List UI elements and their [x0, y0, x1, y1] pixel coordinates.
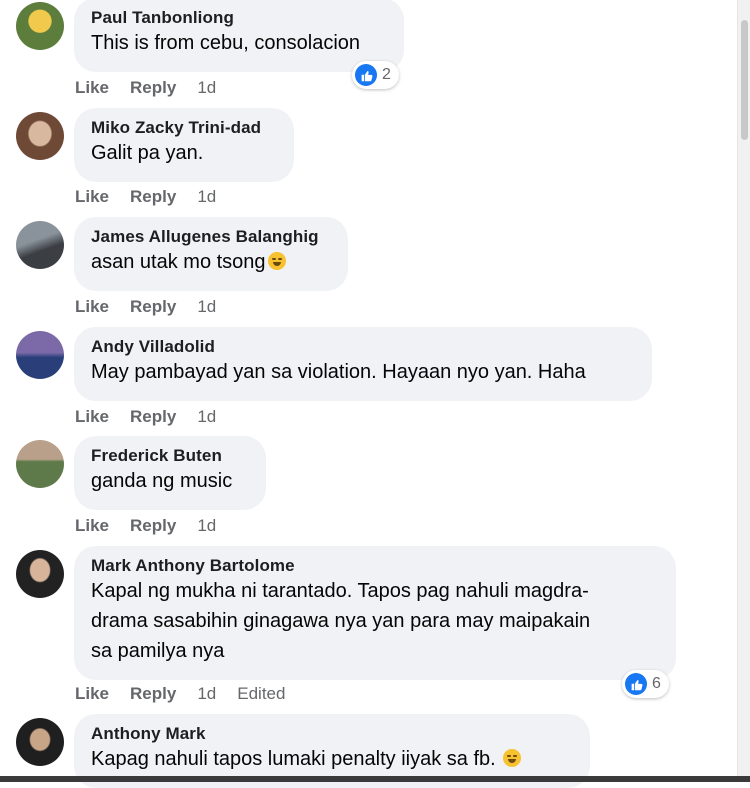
laughing-emoji-icon: [267, 252, 286, 270]
comment-bubble: Paul Tanbonliong This is from cebu, cons…: [74, 0, 404, 72]
window-bottom-edge: [0, 776, 750, 782]
reaction-summary[interactable]: 6: [622, 670, 669, 698]
comment-actions: Like Reply 1d: [75, 78, 237, 98]
comment-text-line: drama sasabihin ginagawa nya yan para ma…: [91, 610, 591, 632]
comment-timestamp[interactable]: 1d: [197, 684, 216, 703]
comment-timestamp[interactable]: 1d: [197, 297, 216, 316]
comment-bubble: James Allugenes Balanghig asan utak mo t…: [74, 217, 348, 291]
scrollbar-thumb[interactable]: [741, 20, 748, 140]
comment-actions: Like Reply 1d Edited: [75, 684, 306, 704]
comment-text-line: sa pamilya nya: [91, 640, 225, 662]
comment-text-line: Kapal ng mukha ni tarantado. Tapos pag n…: [91, 580, 589, 602]
reply-link[interactable]: Reply: [130, 297, 176, 316]
comment-text: May pambayad yan sa violation. Hayaan ny…: [91, 361, 586, 383]
avatar[interactable]: [16, 718, 64, 766]
comment-timestamp[interactable]: 1d: [197, 407, 216, 426]
comment-author[interactable]: Miko Zacky Trini-dad: [91, 118, 276, 138]
comment-timestamp[interactable]: 1d: [197, 516, 216, 535]
comment-author[interactable]: Anthony Mark: [91, 724, 572, 744]
comment-author[interactable]: Mark Anthony Bartolome: [91, 556, 658, 576]
reply-link[interactable]: Reply: [130, 187, 176, 206]
comment-bubble: Frederick Buten ganda ng music: [74, 436, 266, 510]
avatar[interactable]: [16, 440, 64, 488]
comment-bubble: Mark Anthony Bartolome Kapal ng mukha ni…: [74, 546, 676, 680]
like-link[interactable]: Like: [75, 78, 109, 97]
smiling-emoji-icon: [503, 749, 522, 767]
comment-timestamp[interactable]: 1d: [197, 187, 216, 206]
reply-link[interactable]: Reply: [130, 684, 176, 703]
comment-text: Galit pa yan.: [91, 142, 204, 164]
comment-actions: Like Reply 1d: [75, 187, 237, 207]
comment-author[interactable]: Andy Villadolid: [91, 337, 634, 357]
comment-author[interactable]: James Allugenes Balanghig: [91, 227, 330, 247]
avatar[interactable]: [16, 221, 64, 269]
like-link[interactable]: Like: [75, 297, 109, 316]
comment-actions: Like Reply 1d: [75, 516, 237, 536]
comment-text: This is from cebu, consolacion: [91, 32, 361, 54]
thumbs-up-icon: [355, 64, 377, 86]
edited-label: Edited: [237, 684, 286, 703]
avatar[interactable]: [16, 112, 64, 160]
comment-bubble: Miko Zacky Trini-dad Galit pa yan.: [74, 108, 294, 182]
comment-actions: Like Reply 1d: [75, 407, 237, 427]
comment-text: asan utak mo tsong: [91, 247, 330, 277]
reaction-count: 6: [652, 675, 661, 692]
reply-link[interactable]: Reply: [130, 78, 176, 97]
reply-link[interactable]: Reply: [130, 516, 176, 535]
like-link[interactable]: Like: [75, 516, 109, 535]
comment-actions: Like Reply 1d: [75, 297, 237, 317]
scrollbar-track[interactable]: [737, 0, 750, 782]
reaction-summary[interactable]: 2: [352, 61, 399, 89]
like-link[interactable]: Like: [75, 407, 109, 426]
avatar[interactable]: [16, 2, 64, 50]
comment-text: ganda ng music: [91, 470, 233, 492]
avatar[interactable]: [16, 550, 64, 598]
comment-bubble: Andy Villadolid May pambayad yan sa viol…: [74, 327, 652, 401]
like-link[interactable]: Like: [75, 684, 109, 703]
avatar[interactable]: [16, 331, 64, 379]
reaction-count: 2: [382, 66, 391, 83]
like-link[interactable]: Like: [75, 187, 109, 206]
comment-text: Kapag nahuli tapos lumaki penalty iiyak …: [91, 744, 572, 774]
reply-link[interactable]: Reply: [130, 407, 176, 426]
thumbs-up-icon: [625, 673, 647, 695]
comment-author[interactable]: Paul Tanbonliong: [91, 8, 386, 28]
comment-author[interactable]: Frederick Buten: [91, 446, 248, 466]
comment-timestamp[interactable]: 1d: [197, 78, 216, 97]
